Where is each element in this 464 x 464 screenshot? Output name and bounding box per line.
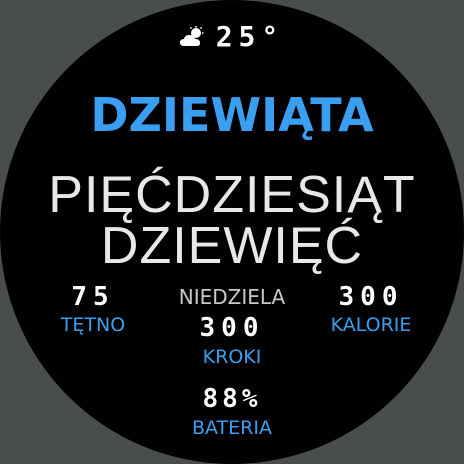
minute-words-line-2: DZIEWIĘĆ — [100, 217, 364, 275]
weather-widget[interactable]: 25° — [0, 20, 464, 53]
minute-words-line-1: PIĘĆDZIESIĄT — [48, 166, 416, 224]
day-of-week: NIEDZIELA — [178, 285, 286, 309]
battery-label: BATERIA — [192, 417, 272, 439]
battery-value: 88% — [202, 384, 262, 414]
steps-complication[interactable]: 300 KROKI — [172, 313, 292, 368]
calories-label: KALORIE — [330, 314, 412, 336]
hour-words: DZIEWIĄTA — [90, 88, 374, 142]
heart-rate-label: TĘTNO — [60, 314, 126, 336]
calories-complication[interactable]: 300 KALORIE — [316, 282, 426, 336]
temperature-value: 25° — [215, 20, 285, 53]
battery-complication[interactable]: 88% BATERIA — [172, 384, 292, 439]
partly-cloudy-icon — [179, 25, 204, 46]
heart-rate-complication[interactable]: 75 TĘTNO — [48, 282, 138, 336]
steps-label: KROKI — [202, 346, 262, 368]
steps-value: 300 — [199, 313, 265, 343]
heart-rate-value: 75 — [71, 282, 115, 312]
watch-face: 25° DZIEWIĄTA PIĘĆDZIESIĄT DZIEWIĘĆ 75 T… — [0, 0, 464, 464]
calories-value: 300 — [338, 282, 404, 312]
